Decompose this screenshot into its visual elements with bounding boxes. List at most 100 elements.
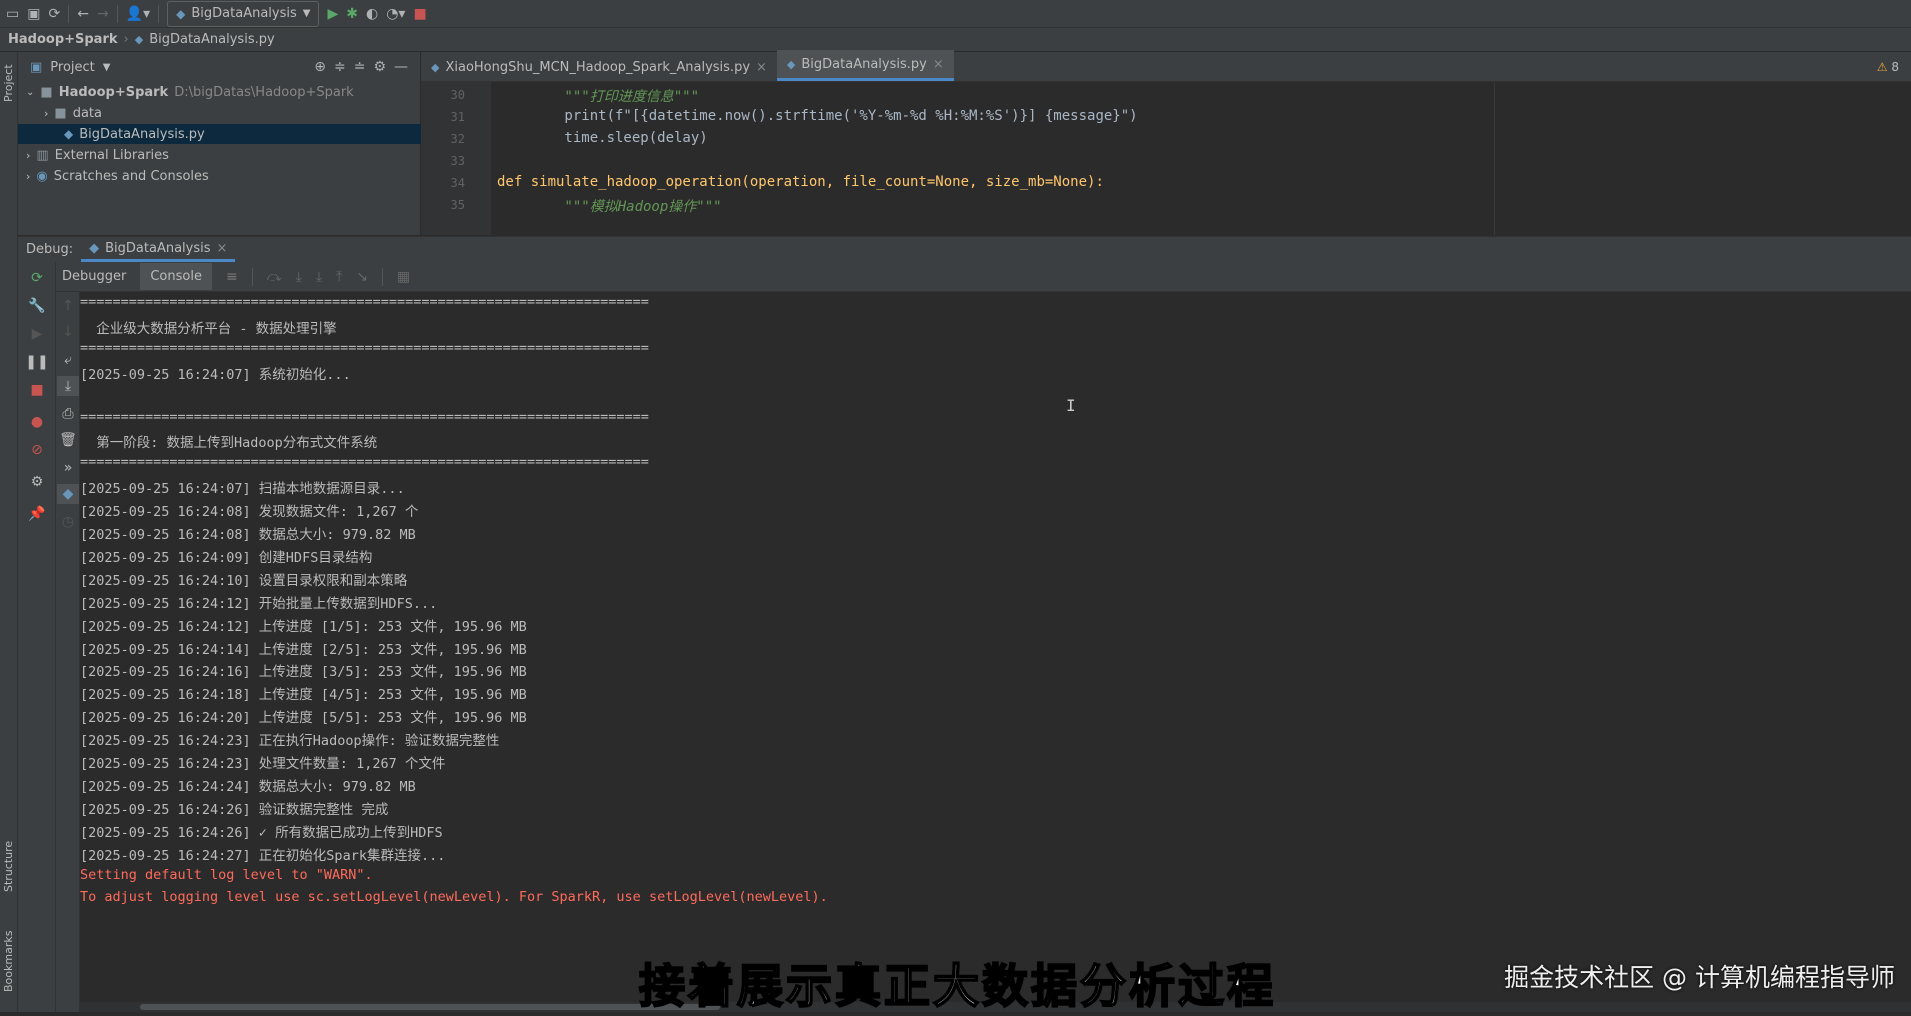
close-icon[interactable]: × (217, 241, 228, 256)
coverage-icon[interactable]: ◐ (366, 6, 378, 22)
up-arrow-icon[interactable]: ↑ (57, 296, 79, 316)
run-to-cursor-icon[interactable]: ↘ (356, 269, 368, 285)
mute-breakpoints-icon[interactable]: ⊘ (26, 440, 48, 460)
trash-icon[interactable]: 🗑 (57, 430, 79, 450)
wrench-icon[interactable]: 🔧 (26, 296, 48, 316)
back-arrow-icon[interactable]: ← (77, 6, 89, 22)
user-icon[interactable]: 👤▾ (126, 6, 150, 22)
line-number: 34 (450, 176, 465, 190)
toolbar-divider (116, 4, 118, 23)
toolbar-divider (251, 267, 253, 286)
editor-tabs: ◆ XiaoHongShu_MCN_Hadoop_Spark_Analysis.… (421, 50, 1911, 82)
python-file-icon: ◆ (134, 33, 144, 46)
tree-item-scratches[interactable]: › ◉ Scratches and Consoles (26, 166, 420, 186)
console-output[interactable]: ========================================… (80, 292, 1911, 1012)
locate-icon[interactable]: ⊕ (314, 59, 326, 75)
forward-arrow-icon[interactable]: → (97, 6, 109, 22)
tab-bigdataanalysis[interactable]: ◆ BigDataAnalysis.py × (776, 50, 954, 81)
breadcrumb-project[interactable]: Hadoop+Spark (8, 32, 118, 47)
python-console-icon[interactable]: ◆ (57, 484, 79, 504)
close-icon[interactable]: × (933, 57, 944, 72)
soft-wrap-icon[interactable]: ⤶ (57, 350, 79, 370)
close-icon[interactable]: × (756, 60, 767, 75)
tree-item-bigdataanalysis[interactable]: ◆ BigDataAnalysis.py (18, 124, 466, 144)
tree-item-external-libraries[interactable]: › ▥ External Libraries (26, 145, 420, 165)
console-line: [2025-09-25 16:24:16] 上传进度 [3/5]: 253 文件… (80, 664, 527, 681)
pin-icon[interactable]: 📌 (26, 504, 48, 524)
stop-icon[interactable]: ■ (413, 6, 426, 22)
debug-left-toolbar: ⟳ 🔧 ▶ ❚❚ ■ ● ⊘ ⚙ 📌 (18, 262, 56, 1012)
profile-icon[interactable]: ◔▾ (386, 6, 405, 22)
console-line: ========================================… (80, 454, 649, 471)
tab-xiaohongshu[interactable]: ◆ XiaoHongShu_MCN_Hadoop_Spark_Analysis.… (421, 53, 777, 81)
folder-icon: ■ (54, 105, 67, 121)
clock-icon[interactable]: ◷ (57, 512, 79, 532)
more-icon[interactable]: » (57, 458, 79, 478)
root-folder-path: D:\bigDatas\Hadoop+Spark (174, 84, 354, 100)
sync-icon[interactable]: ⟳ (48, 6, 60, 22)
chevron-down-icon[interactable]: ▼ (103, 62, 111, 73)
project-tool-tab[interactable]: Project (2, 64, 15, 102)
gear-icon[interactable]: ⚙ (373, 59, 386, 75)
step-over-icon[interactable]: ⤼ (267, 269, 282, 285)
print-icon[interactable]: ⎙ (57, 404, 79, 424)
run-icon[interactable]: ▶ (327, 6, 338, 22)
scratches-icon: ◉ (36, 168, 48, 184)
console-line: [2025-09-25 16:24:27] 正在初始化Spark集群连接... (80, 847, 446, 864)
breadcrumb-file[interactable]: BigDataAnalysis.py (149, 32, 274, 47)
down-arrow-icon[interactable]: ↓ (57, 322, 79, 342)
debug-session-tab[interactable]: ◆ BigDataAnalysis × (81, 238, 236, 262)
console-line: Setting default log level to "WARN". (80, 866, 373, 883)
text-cursor-icon: I (1066, 396, 1076, 415)
tab-debugger[interactable]: Debugger (62, 269, 126, 284)
gear-icon[interactable]: ⚙ (26, 472, 48, 492)
step-out-icon[interactable]: ⤒ (336, 269, 342, 285)
chevron-right-icon: › (123, 32, 129, 47)
tab-console[interactable]: Console (140, 263, 212, 290)
structure-tool-tab[interactable]: Structure (2, 841, 15, 892)
open-folder-icon[interactable]: ▭ (6, 6, 19, 22)
python-icon: ◆ (176, 6, 186, 21)
tree-item-data[interactable]: › ■ data (44, 103, 420, 123)
tab-label: XiaoHongShu_MCN_Hadoop_Spark_Analysis.py (445, 59, 751, 75)
library-icon: ▥ (36, 147, 49, 163)
code-editor[interactable]: """打印进度信息""" print(f"[{datetime.now().st… (491, 82, 1911, 235)
console-line: [2025-09-25 16:24:08] 数据总大小: 979.82 MB (80, 527, 416, 543)
watermark: 掘金技术社区 @ 计算机编程指导师 (1504, 963, 1895, 992)
stop-icon[interactable]: ■ (26, 380, 48, 400)
file-label: BigDataAnalysis.py (79, 126, 205, 142)
pause-icon[interactable]: ❚❚ (25, 352, 48, 372)
left-tool-strip: Project Structure Bookmarks (0, 52, 18, 1012)
code-line: """打印进度信息""" (497, 89, 700, 105)
right-margin-guide (1494, 82, 1495, 235)
project-panel-title[interactable]: Project (50, 60, 94, 75)
code-line: """模拟Hadoop操作""" (497, 199, 722, 215)
folder-label: data (72, 105, 102, 121)
line-number: 33 (450, 154, 465, 168)
debug-icon[interactable]: ✱ (346, 6, 358, 22)
console-line: [2025-09-25 16:24:07] 扫描本地数据源目录... (80, 481, 405, 498)
console-line: ========================================… (80, 408, 649, 425)
view-breakpoints-icon[interactable]: ● (26, 412, 48, 432)
project-panel-header: ▣ Project ▼ ⊕ ≑ ≐ ⚙ — (18, 52, 420, 82)
collapse-all-icon[interactable]: ≐ (354, 59, 366, 75)
console-line: [2025-09-25 16:24:18] 上传进度 [4/5]: 253 文件… (80, 687, 527, 704)
warning-indicator[interactable]: ⚠ 8 (1877, 60, 1899, 74)
step-into-my-code-icon[interactable]: ⤓ (316, 269, 322, 285)
toolbar-divider (158, 4, 160, 23)
evaluate-icon[interactable]: ▦ (397, 269, 410, 285)
run-configuration-select[interactable]: ◆ BigDataAnalysis ▼ (167, 0, 320, 27)
save-icon[interactable]: ▣ (27, 6, 40, 22)
tree-item-root[interactable]: ⌄ ■ Hadoop+Spark D:\bigDatas\Hadoop+Spar… (26, 82, 420, 102)
console-line: [2025-09-25 16:24:08] 发现数据文件: 1,267 个 (80, 504, 419, 521)
console-line: [2025-09-25 16:24:12] 上传进度 [1/5]: 253 文件… (80, 618, 527, 635)
rerun-icon[interactable]: ⟳ (26, 268, 48, 288)
step-into-icon[interactable]: ⤓ (296, 269, 302, 285)
menu-icon[interactable]: ≡ (226, 269, 238, 285)
expand-all-icon[interactable]: ≑ (334, 59, 346, 75)
bookmarks-tool-tab[interactable]: Bookmarks (2, 931, 15, 992)
minimize-icon[interactable]: — (394, 59, 408, 75)
resume-icon[interactable]: ▶ (26, 324, 48, 344)
console-line: [2025-09-25 16:24:26] 验证数据完整性 完成 (80, 801, 389, 818)
scroll-to-end-icon[interactable]: ⤓ (57, 376, 79, 396)
